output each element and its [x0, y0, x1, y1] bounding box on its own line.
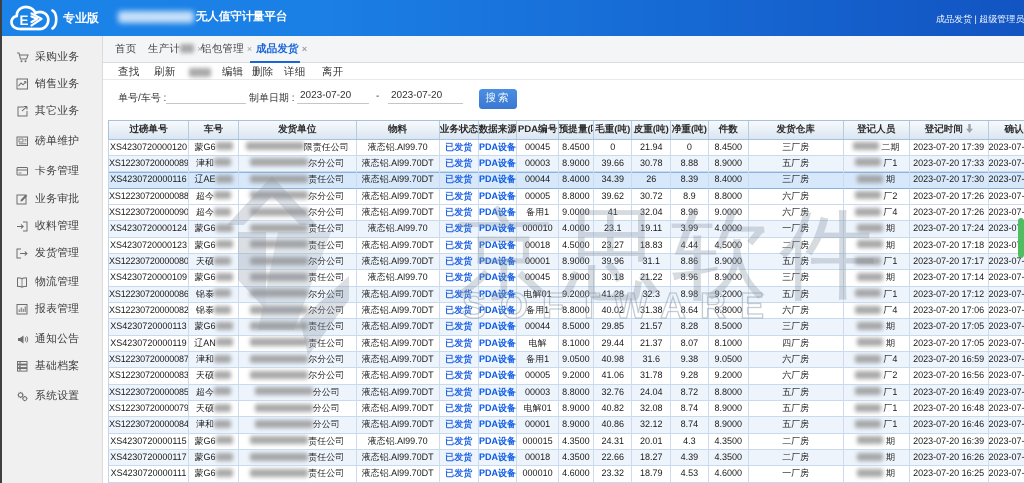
svg-text:E: E	[20, 13, 29, 28]
